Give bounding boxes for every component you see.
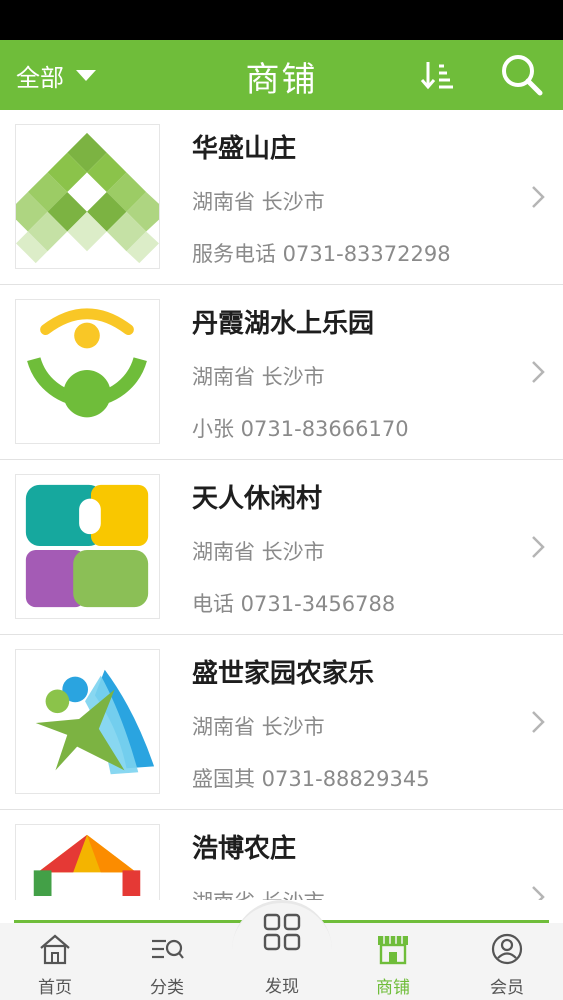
tab-label: 商铺 — [376, 978, 410, 998]
chevron-right-icon — [532, 361, 545, 383]
shop-phone: 电话 0731-3456788 — [192, 592, 396, 616]
tab-discover[interactable]: 发现 — [232, 900, 332, 1000]
search-icon — [502, 55, 543, 96]
shop-name: 华盛山庄 — [192, 134, 297, 164]
tab-label: 发现 — [265, 977, 299, 997]
leaping-figure-logo — [35, 669, 155, 775]
chevron-right-icon — [532, 186, 545, 208]
tab-label: 会员 — [490, 978, 524, 998]
shop-location: 湖南省 长沙市 — [192, 540, 325, 564]
shop-phone: 服务电话 0731-83372298 — [192, 242, 451, 266]
region-filter-dropdown[interactable]: 全部 — [16, 58, 96, 92]
shop-list-item[interactable]: 天人休闲村 湖南省 长沙市 电话 0731-3456788 — [0, 460, 563, 635]
search-button[interactable] — [498, 52, 546, 98]
shop-phone: 小张 0731-83666170 — [192, 417, 409, 441]
top-app-bar: 全部 商铺 — [0, 40, 563, 110]
four-color-blocks-logo — [25, 484, 149, 608]
member-icon — [491, 933, 523, 965]
shop-name: 盛世家园农家乐 — [192, 659, 375, 689]
home-icon — [40, 934, 70, 965]
shop-logo — [15, 824, 160, 900]
shop-logo — [15, 299, 160, 444]
shop-name: 丹霞湖水上乐园 — [192, 309, 375, 339]
shop-list: 华盛山庄 湖南省 长沙市 服务电话 0731-83372298 丹霞湖水上乐园 … — [0, 110, 563, 900]
tab-member[interactable]: 会员 — [462, 923, 552, 1000]
bottom-tab-bar: 首页 分类 发现 商铺 会员 — [0, 900, 563, 1000]
shop-phone: 盛国其 0731-88829345 — [192, 767, 430, 791]
shop-location: 湖南省 长沙市 — [192, 715, 325, 739]
chevron-right-icon — [532, 536, 545, 558]
green-person-logo — [27, 308, 147, 418]
category-icon — [152, 939, 184, 959]
shop-list-item[interactable]: 盛世家园农家乐 湖南省 长沙市 盛国其 0731-88829345 — [0, 635, 563, 810]
filter-label: 全部 — [16, 63, 64, 92]
discover-grid-icon — [263, 913, 301, 951]
tab-shop[interactable]: 商铺 — [348, 923, 438, 1000]
shop-icon — [378, 936, 408, 965]
tab-home[interactable]: 首页 — [10, 923, 100, 1000]
chevron-right-icon — [532, 711, 545, 733]
shop-logo — [15, 124, 160, 269]
status-bar — [0, 0, 563, 40]
rainbow-arch-logo — [33, 834, 141, 897]
shop-location: 湖南省 长沙市 — [192, 365, 325, 389]
green-diamond-logo — [16, 132, 159, 264]
tab-label: 分类 — [150, 978, 184, 998]
shop-list-item[interactable]: 华盛山庄 湖南省 长沙市 服务电话 0731-83372298 — [0, 110, 563, 285]
shop-location: 湖南省 长沙市 — [192, 190, 325, 214]
sort-icon — [420, 62, 453, 90]
shop-logo — [15, 474, 160, 619]
tab-category[interactable]: 分类 — [122, 923, 212, 1000]
shop-name: 浩博农庄 — [192, 834, 297, 864]
shop-list-item[interactable]: 丹霞湖水上乐园 湖南省 长沙市 小张 0731-83666170 — [0, 285, 563, 460]
chevron-right-icon — [532, 886, 545, 900]
dropdown-arrow-icon — [76, 69, 96, 81]
shop-name: 天人休闲村 — [192, 484, 323, 514]
shop-logo — [15, 649, 160, 794]
tab-label: 首页 — [38, 978, 72, 998]
shop-location: 湖南省 长沙市 — [192, 886, 325, 900]
shop-list-item[interactable]: 浩博农庄 湖南省 长沙市 — [0, 810, 563, 900]
sort-button[interactable] — [418, 54, 458, 96]
